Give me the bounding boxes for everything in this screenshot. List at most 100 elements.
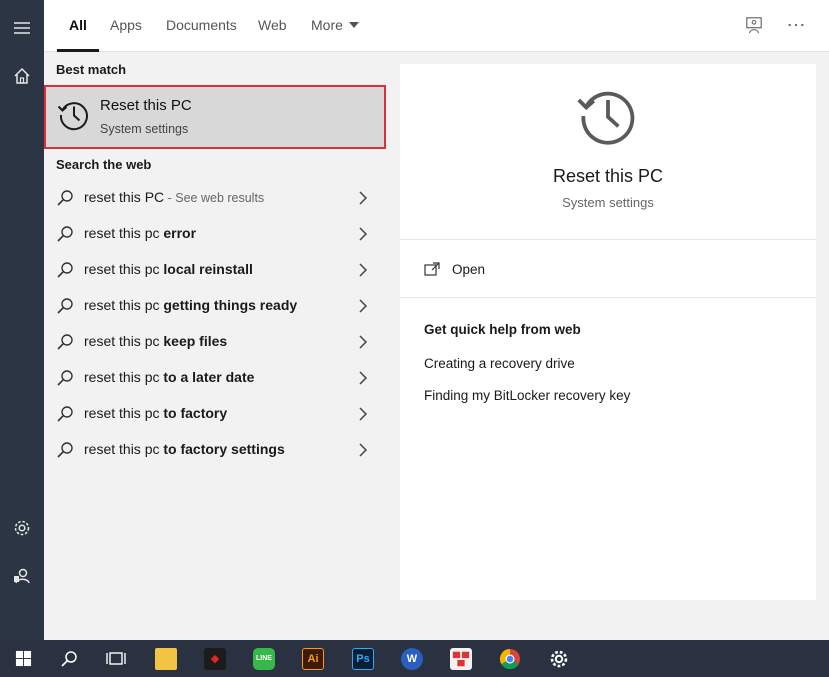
- chevron-right-icon: [359, 299, 368, 313]
- web-result-row[interactable]: reset this pc to factory settings: [44, 432, 388, 468]
- left-rail: [0, 0, 44, 640]
- tab-label: All: [69, 17, 87, 33]
- user-icon[interactable]: [0, 556, 44, 596]
- garena-logo-icon: ◆: [204, 647, 226, 670]
- chevron-right-icon: [359, 335, 368, 349]
- garena-icon[interactable]: ◆: [192, 640, 238, 677]
- web-result-suggestion: local reinstall: [163, 261, 253, 277]
- web-result-prefix: reset this pc: [84, 369, 164, 385]
- history-icon: [57, 102, 88, 131]
- start-icon[interactable]: [0, 640, 46, 677]
- word-icon[interactable]: W: [389, 640, 435, 677]
- search-icon: [57, 262, 73, 278]
- tab-label: Web: [258, 17, 287, 33]
- web-result-row[interactable]: reset this pc error: [44, 216, 388, 252]
- help-link-recovery-drive[interactable]: Creating a recovery drive: [424, 356, 575, 371]
- web-result-suggestion: to factory settings: [163, 441, 285, 457]
- tab-more[interactable]: More: [311, 0, 359, 52]
- settings-icon[interactable]: [0, 508, 44, 548]
- web-result-text: reset this pc error: [84, 225, 196, 241]
- web-result-text: reset this pc to a later date: [84, 369, 254, 385]
- web-result-text: reset this pc to factory settings: [84, 441, 285, 457]
- search-icon: [57, 442, 73, 458]
- chevron-right-icon: [359, 407, 368, 421]
- web-result-prefix: reset this pc: [84, 405, 164, 421]
- word-label: W: [401, 647, 423, 670]
- open-icon: [424, 262, 440, 276]
- keyboard-app-icon[interactable]: [438, 640, 484, 677]
- web-result-prefix: reset this pc: [84, 297, 164, 313]
- history-icon: [577, 91, 635, 145]
- chevron-right-icon: [359, 371, 368, 385]
- best-match-title: Reset this PC: [100, 97, 192, 114]
- open-action[interactable]: Open: [400, 240, 816, 298]
- best-match-item[interactable]: Reset this PC System settings: [44, 85, 386, 149]
- search-icon: [57, 190, 73, 206]
- web-result-row[interactable]: reset this pc to factory: [44, 396, 388, 432]
- search-web-heading: Search the web: [56, 157, 152, 172]
- help-link-bitlocker-key[interactable]: Finding my BitLocker recovery key: [424, 388, 630, 403]
- web-result-prefix: reset this pc: [84, 441, 164, 457]
- web-result-prefix: reset this PC: [84, 189, 165, 205]
- preview-header: Reset this PC System settings: [400, 64, 816, 240]
- chrome-icon[interactable]: [487, 640, 533, 677]
- search-icon: [57, 298, 73, 314]
- home-icon[interactable]: [0, 56, 44, 96]
- best-match-heading: Best match: [56, 62, 127, 77]
- tab-all[interactable]: All: [57, 0, 99, 52]
- open-label: Open: [452, 262, 486, 277]
- search-icon: [57, 226, 73, 242]
- more-options-icon[interactable]: [785, 14, 807, 36]
- tab-apps[interactable]: Apps: [110, 0, 142, 52]
- settings-gear-icon[interactable]: [536, 640, 582, 677]
- web-result-suggestion: to a later date: [163, 369, 255, 385]
- preview-subtitle: System settings: [562, 195, 654, 210]
- search-icon: [57, 334, 73, 350]
- tab-label: Apps: [110, 17, 142, 33]
- web-result-row[interactable]: reset this pc keep files: [44, 324, 388, 360]
- preview-pane: Reset this PC System settings Open Get q…: [400, 64, 816, 600]
- tab-documents[interactable]: Documents: [166, 0, 237, 52]
- web-result-row[interactable]: reset this PC - See web results: [44, 180, 388, 216]
- menu-icon[interactable]: [0, 8, 44, 48]
- web-result-suggestion: error: [163, 225, 197, 241]
- chevron-right-icon: [359, 227, 368, 241]
- task-view-icon[interactable]: [93, 640, 139, 677]
- illustrator-icon[interactable]: Ai: [290, 640, 336, 677]
- preview-title: Reset this PC: [552, 166, 664, 186]
- web-result-prefix: reset this pc: [84, 333, 164, 349]
- web-result-text: reset this pc to factory: [84, 405, 227, 421]
- web-result-row[interactable]: reset this pc getting things ready: [44, 288, 388, 324]
- folder-icon: [155, 647, 177, 670]
- web-result-text: reset this pc local reinstall: [84, 261, 253, 277]
- web-result-text: reset this pc keep files: [84, 333, 227, 349]
- search-icon: [57, 370, 73, 386]
- web-result-row[interactable]: reset this pc local reinstall: [44, 252, 388, 288]
- results-list: Best match Reset this PC System settings…: [44, 52, 388, 677]
- web-result-row[interactable]: reset this pc to a later date: [44, 360, 388, 396]
- web-result-hint: - See web results: [164, 191, 265, 205]
- web-result-suggestion: to factory: [163, 405, 228, 421]
- tab-label: Documents: [166, 17, 237, 33]
- best-match-subtitle: System settings: [100, 122, 189, 136]
- illustrator-label: Ai: [302, 647, 324, 670]
- line-app-label: LINE: [253, 647, 275, 670]
- web-result-prefix: reset this pc: [84, 225, 164, 241]
- web-result-suggestion: keep files: [163, 333, 228, 349]
- web-result-suggestion: getting things ready: [163, 297, 298, 313]
- tab-web[interactable]: Web: [258, 0, 287, 52]
- web-result-text: reset this pc getting things ready: [84, 297, 297, 313]
- search-panel: All Apps Documents Web More Best match R…: [44, 0, 829, 677]
- chrome-logo-icon: [499, 648, 520, 669]
- line-app-icon[interactable]: LINE: [241, 640, 287, 677]
- quick-help-heading: Get quick help from web: [424, 322, 581, 337]
- search-icon[interactable]: [46, 640, 92, 677]
- filter-tabs: All Apps Documents Web More: [44, 0, 829, 52]
- file-explorer-icon[interactable]: [143, 640, 189, 677]
- photoshop-label: Ps: [352, 647, 374, 670]
- tab-label: More: [311, 17, 343, 33]
- photoshop-icon[interactable]: Ps: [340, 640, 386, 677]
- chevron-down-icon: [348, 22, 359, 28]
- web-result-prefix: reset this pc: [84, 261, 164, 277]
- feedback-icon[interactable]: [743, 14, 765, 36]
